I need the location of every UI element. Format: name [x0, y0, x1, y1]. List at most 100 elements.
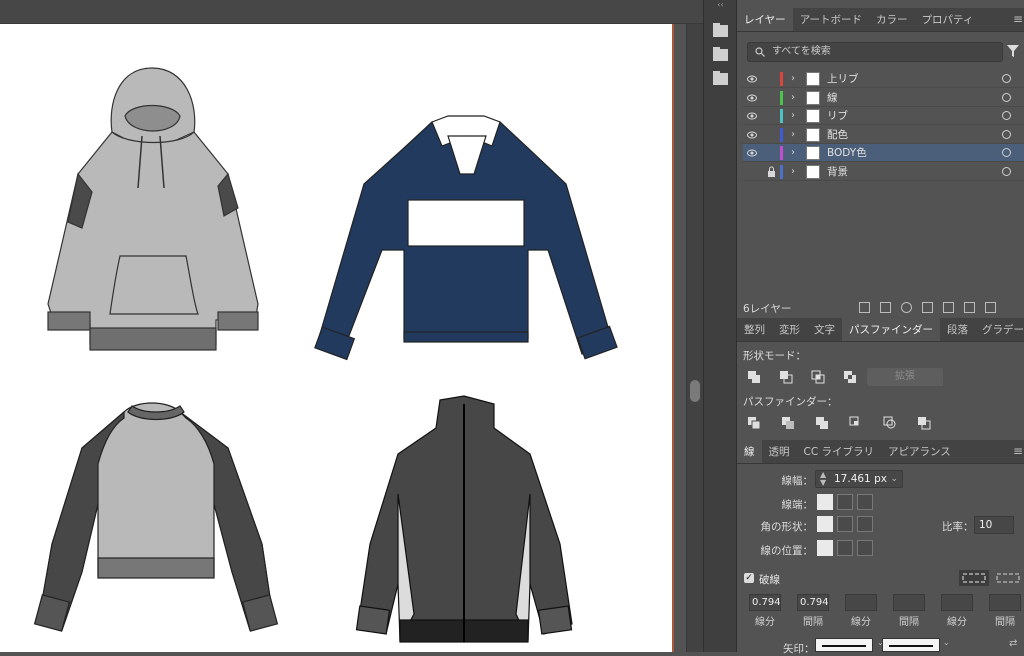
tab-layers[interactable]: レイヤー: [737, 8, 793, 31]
eye-icon[interactable]: [747, 148, 757, 158]
dash-field[interactable]: 0.794: [749, 594, 781, 611]
dash-field[interactable]: [941, 594, 973, 611]
pathfinder-panel-tabs: 整列 変形 文字 パスファインダー 段落 グラデーシ ≡: [737, 318, 1024, 342]
tab-character[interactable]: 文字: [807, 318, 842, 341]
folder-icon[interactable]: [712, 22, 729, 39]
layer-target-icon[interactable]: [1002, 148, 1011, 157]
chevron-right-icon[interactable]: ›: [791, 126, 795, 144]
tab-stroke[interactable]: 線: [737, 440, 762, 463]
divide-icon[interactable]: [747, 416, 761, 430]
minus-back-icon[interactable]: [917, 416, 931, 430]
tab-paragraph[interactable]: 段落: [940, 318, 975, 341]
artwork[interactable]: [0, 24, 672, 652]
layer-target-icon[interactable]: [1002, 74, 1011, 83]
align-center-button[interactable]: [817, 540, 833, 556]
export-icon[interactable]: [880, 302, 891, 313]
expand-button[interactable]: 拡張: [867, 368, 943, 386]
dash-field[interactable]: [845, 594, 877, 611]
layer-row[interactable]: › 背景: [743, 163, 1024, 181]
document-canvas[interactable]: [0, 24, 686, 652]
crop-icon[interactable]: [849, 416, 863, 430]
tab-align[interactable]: 整列: [737, 318, 772, 341]
stepper-arrows-icon[interactable]: ▲ ▼: [820, 471, 826, 487]
lock-icon[interactable]: [767, 166, 776, 177]
layer-target-icon[interactable]: [1002, 166, 1011, 176]
align-outside-button[interactable]: [857, 540, 873, 556]
new-sublayer-icon[interactable]: [943, 302, 954, 313]
miter-ratio-field[interactable]: 10: [974, 516, 1014, 534]
end-arrowhead-select[interactable]: [882, 638, 940, 652]
locate-object-icon[interactable]: [901, 302, 912, 313]
trash-icon[interactable]: [985, 302, 996, 313]
layer-search-input[interactable]: すべてを検索: [747, 42, 1003, 62]
tab-color[interactable]: カラー: [869, 8, 915, 31]
butt-cap-button[interactable]: [817, 494, 833, 510]
layer-row[interactable]: › 線: [743, 89, 1024, 107]
projecting-cap-button[interactable]: [857, 494, 873, 510]
new-layer-icon[interactable]: [964, 302, 975, 313]
stroke-panel-tabs: 線 透明 CC ライブラリ アピアランス ≡: [737, 440, 1024, 464]
eye-icon[interactable]: [747, 111, 757, 121]
filter-icon[interactable]: [1007, 45, 1019, 57]
chevron-right-icon[interactable]: ›: [791, 70, 795, 88]
layer-target-icon[interactable]: [1002, 129, 1011, 139]
chevron-right-icon[interactable]: ›: [791, 107, 795, 125]
stroke-weight-field[interactable]: ▲ ▼ 17.461 px ⌄: [815, 470, 903, 488]
folder-icon[interactable]: [712, 46, 729, 63]
eye-icon[interactable]: [747, 74, 757, 84]
layer-target-icon[interactable]: [1002, 111, 1011, 120]
start-arrowhead-select[interactable]: [815, 638, 873, 652]
preserve-dash-icon[interactable]: [959, 570, 989, 586]
panel-menu-icon[interactable]: ≡: [1011, 8, 1024, 31]
tab-appearance[interactable]: アピアランス: [881, 440, 958, 463]
layer-row[interactable]: › 上リブ: [743, 70, 1024, 88]
intersect-icon[interactable]: [811, 370, 825, 384]
swap-arrowheads-icon[interactable]: ⇄: [1009, 638, 1017, 649]
tab-transform[interactable]: 変形: [772, 318, 807, 341]
trim-icon[interactable]: [781, 416, 795, 430]
minus-front-icon[interactable]: [779, 370, 793, 384]
dash-caption: 線分: [851, 617, 871, 628]
layer-color-swatch: [780, 90, 783, 105]
merge-icon[interactable]: [815, 416, 829, 430]
collect-for-export-icon[interactable]: [859, 302, 870, 313]
tab-artboards[interactable]: アートボード: [793, 8, 869, 31]
unite-icon[interactable]: [747, 370, 761, 384]
chevron-down-icon[interactable]: ⌄: [890, 471, 898, 487]
round-cap-button[interactable]: [837, 494, 853, 510]
folder-icon[interactable]: [712, 70, 729, 87]
bevel-join-button[interactable]: [857, 516, 873, 532]
eye-icon[interactable]: [747, 130, 757, 140]
artboard[interactable]: [0, 24, 672, 652]
corner-label: 角の形状：: [760, 521, 814, 533]
outline-icon[interactable]: [883, 416, 897, 430]
scrollbar-thumb[interactable]: [690, 380, 700, 402]
tab-cc-libraries[interactable]: CC ライブラリ: [797, 440, 882, 463]
tab-transparency[interactable]: 透明: [762, 440, 797, 463]
chevron-right-icon[interactable]: ›: [791, 163, 795, 181]
eye-icon[interactable]: [747, 93, 757, 103]
layer-row[interactable]: › 配色: [743, 126, 1024, 144]
round-join-button[interactable]: [837, 516, 853, 532]
chevron-down-icon[interactable]: ⌄: [943, 638, 950, 647]
clipping-mask-icon[interactable]: [922, 302, 933, 313]
canvas-vertical-scrollbar[interactable]: [686, 24, 703, 652]
panel-menu-icon[interactable]: ≡: [1011, 440, 1024, 463]
dash-field[interactable]: [989, 594, 1021, 611]
layer-row[interactable]: › BODY色: [743, 144, 1024, 162]
align-dash-corners-icon[interactable]: [993, 570, 1023, 586]
chevron-right-icon[interactable]: ›: [791, 144, 795, 162]
dash-field[interactable]: [893, 594, 925, 611]
exclude-icon[interactable]: [843, 370, 857, 384]
miter-join-button[interactable]: [817, 516, 833, 532]
chevron-right-icon[interactable]: ›: [791, 89, 795, 107]
layer-row[interactable]: › リブ: [743, 107, 1024, 125]
layer-target-icon[interactable]: [1002, 92, 1011, 102]
tab-pathfinder[interactable]: パスファインダー: [842, 318, 940, 341]
tab-properties[interactable]: プロパティ: [915, 8, 981, 31]
tab-gradient[interactable]: グラデーシ: [975, 318, 1024, 341]
dock-collapse-icon[interactable]: ‹‹: [704, 0, 737, 10]
align-inside-button[interactable]: [837, 540, 853, 556]
dashed-line-checkbox[interactable]: ✓: [744, 573, 754, 583]
dash-field[interactable]: 0.794: [797, 594, 829, 611]
